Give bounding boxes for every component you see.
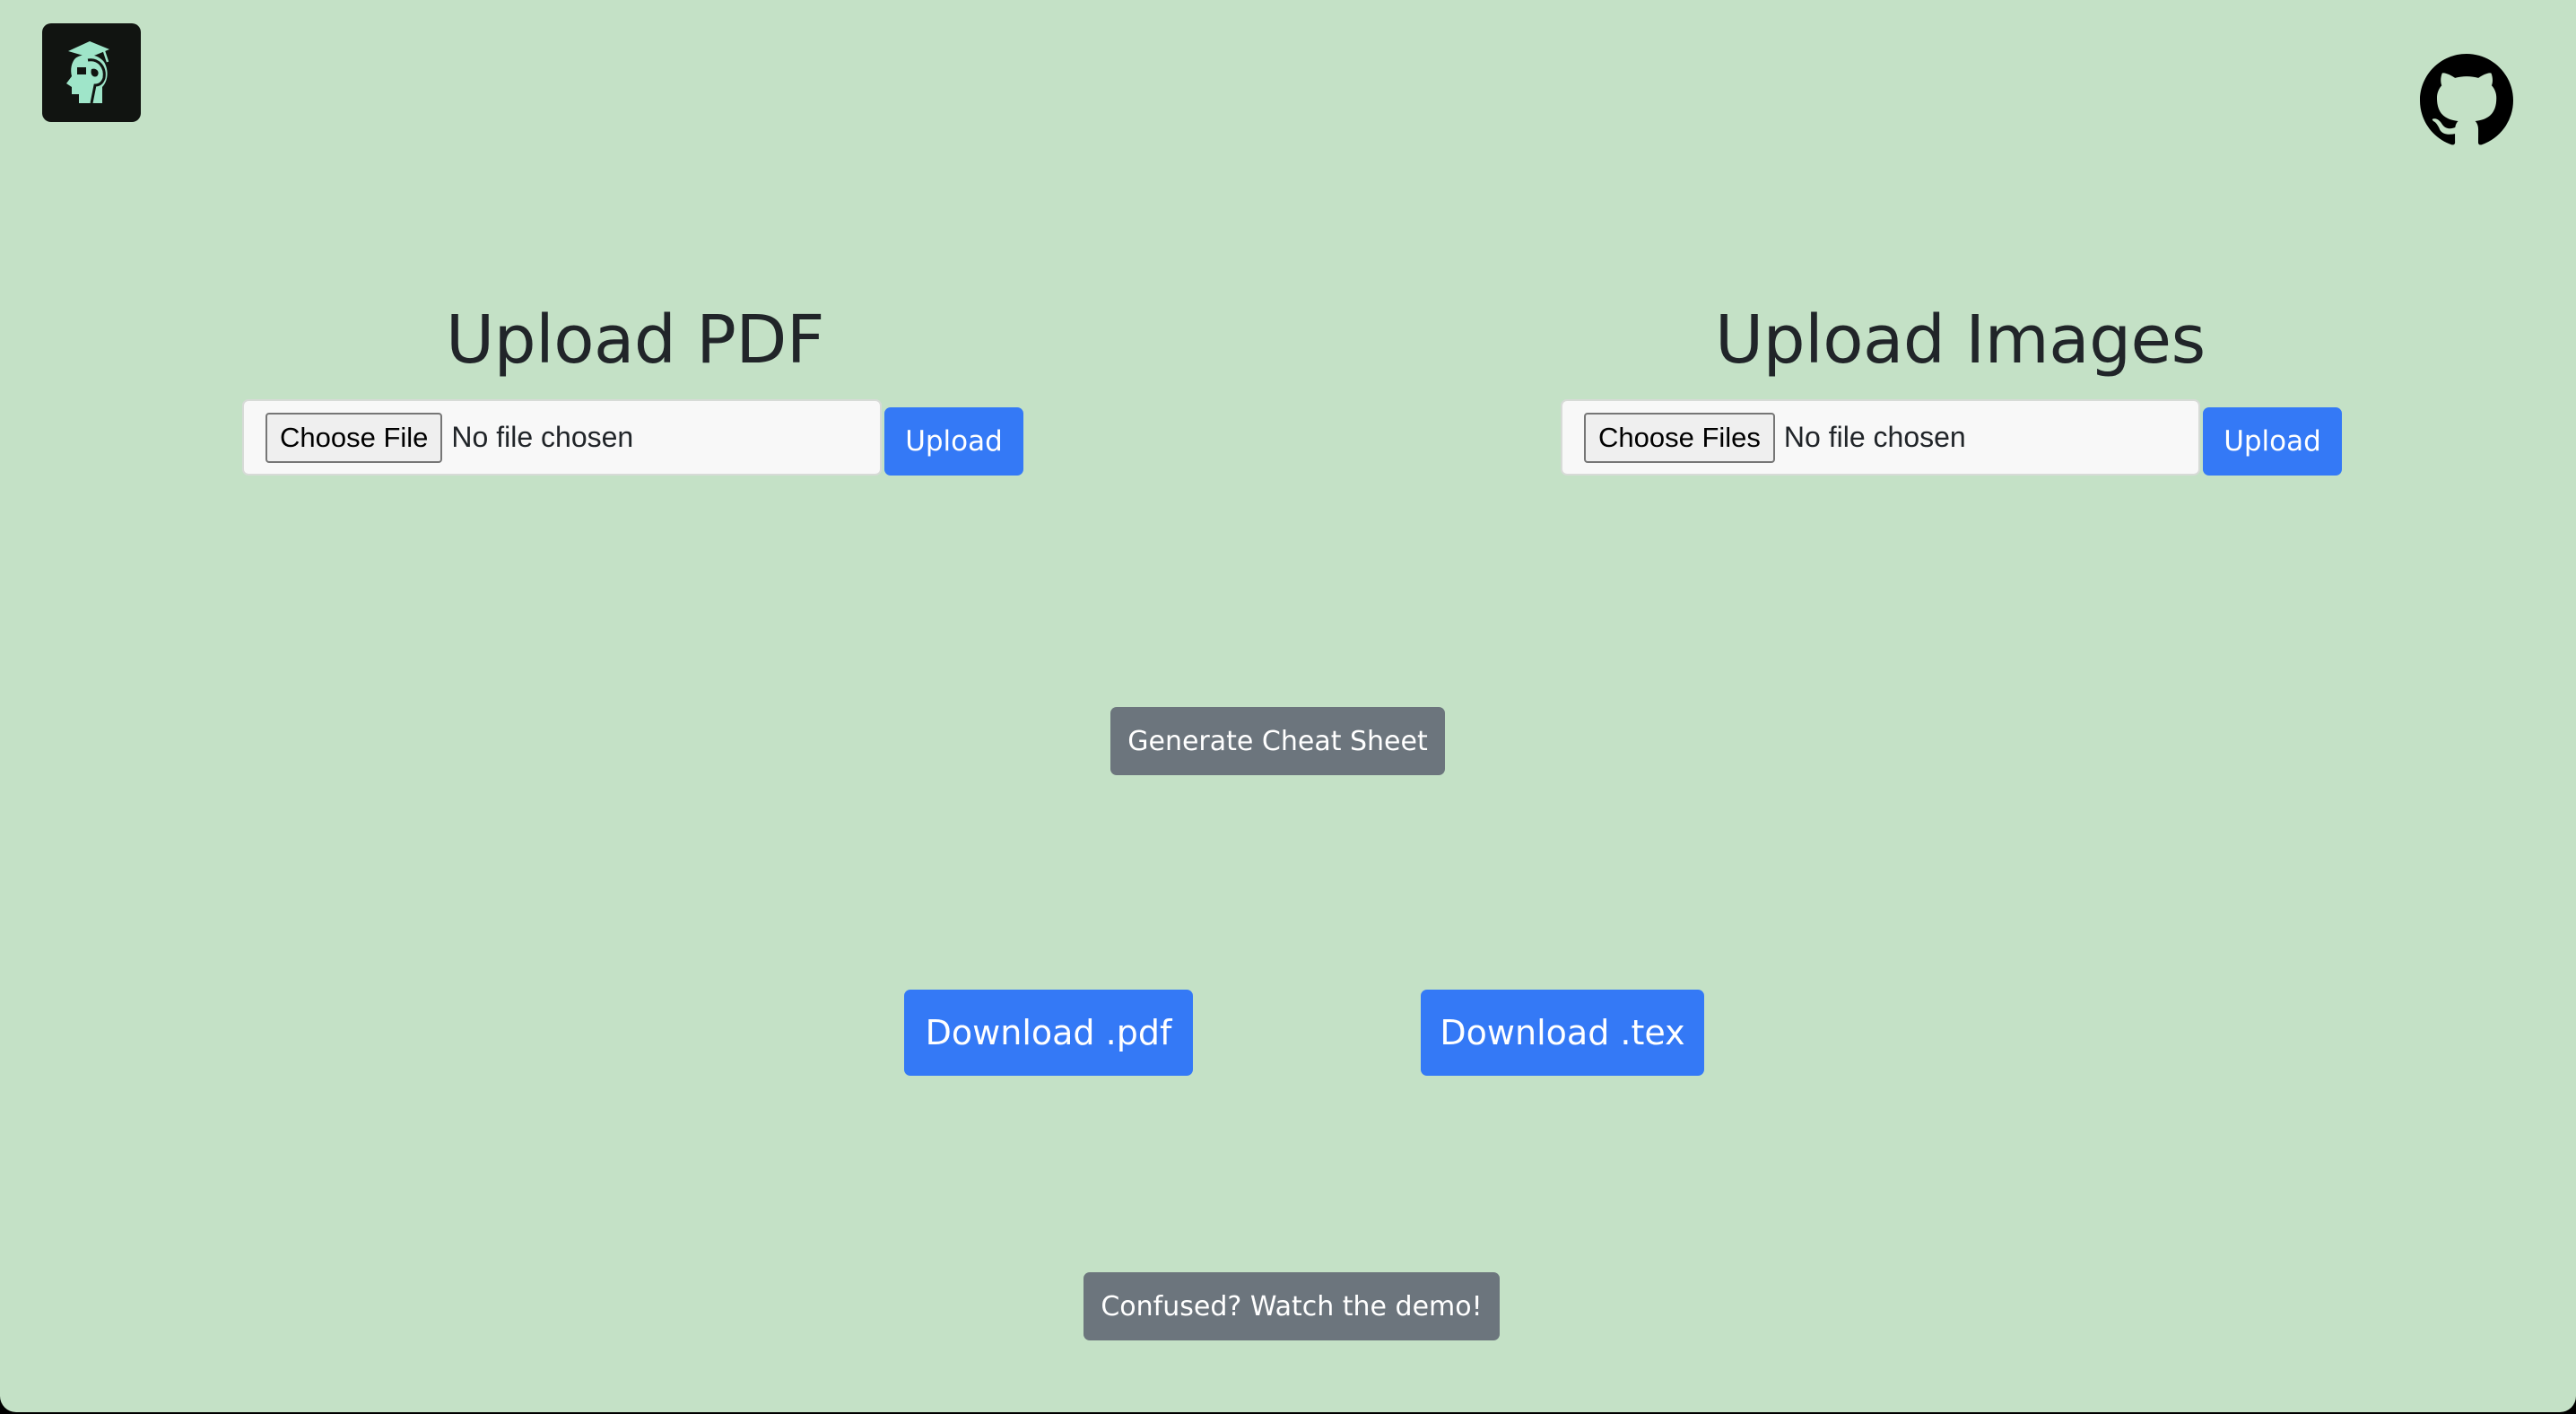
choose-file-button[interactable]: Choose File [265,412,443,463]
github-link[interactable] [2420,54,2513,147]
app-logo[interactable] [42,23,141,122]
upload-images-button[interactable]: Upload [2203,407,2342,476]
images-file-input[interactable]: Choose Files No file chosen [1561,399,2200,476]
choose-files-button[interactable]: Choose Files [1584,412,1775,463]
upload-images-title: Upload Images [1715,301,2206,379]
head-with-graduation-cap-icon [66,41,109,104]
app-page: Upload PDF Choose File No file chosen Up… [0,0,2576,1412]
upload-pdf-button[interactable]: Upload [884,407,1023,476]
generate-cheat-sheet-button[interactable]: Generate Cheat Sheet [1110,707,1445,775]
watch-demo-button[interactable]: Confused? Watch the demo! [1083,1272,1500,1340]
pdf-file-status: No file chosen [451,421,634,453]
images-file-status: No file chosen [1783,421,1966,453]
github-icon [2420,54,2513,145]
upload-pdf-title: Upload PDF [446,301,824,379]
pdf-file-input[interactable]: Choose File No file chosen [242,399,882,476]
download-pdf-button[interactable]: Download .pdf [904,990,1193,1076]
download-tex-button[interactable]: Download .tex [1421,990,1704,1076]
